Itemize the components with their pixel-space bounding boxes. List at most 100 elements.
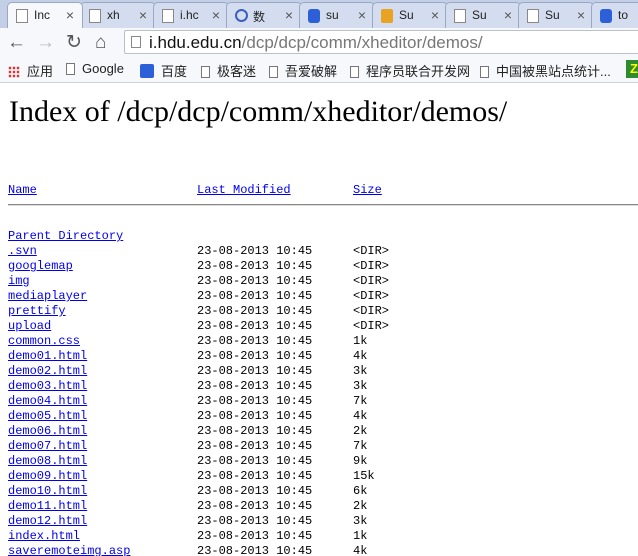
bookmark-label: Google xyxy=(82,61,124,76)
file-modified: 23-08-2013 10:45 xyxy=(197,484,313,498)
browser-tab[interactable]: xh × xyxy=(80,2,156,28)
browser-tab[interactable]: Su × xyxy=(445,2,521,28)
file-name-link[interactable]: demo02.html xyxy=(8,364,87,378)
tab-label: Su xyxy=(472,8,487,22)
page-icon xyxy=(162,9,174,23)
file-size: 7k xyxy=(353,439,368,453)
file-name-link[interactable]: demo05.html xyxy=(8,409,87,423)
file-name-link[interactable]: demo07.html xyxy=(8,439,87,453)
browser-tab[interactable]: 数 × xyxy=(226,2,302,28)
page-icon xyxy=(454,9,466,23)
file-name-link[interactable]: demo11.html xyxy=(8,499,87,513)
file-name-link[interactable]: index.html xyxy=(8,529,80,543)
bookmark-item[interactable]: 极客迷 xyxy=(201,61,256,80)
bookmark-item[interactable]: Google xyxy=(66,61,124,76)
file-row: demo08.html 23-08-2013 10:45 9k xyxy=(0,454,638,469)
close-icon[interactable]: × xyxy=(285,7,293,23)
swirl-icon xyxy=(235,9,248,22)
file-row: index.html 23-08-2013 10:45 1k xyxy=(0,529,638,544)
last-modified-column-header[interactable]: Last Modified xyxy=(197,183,291,197)
browser-tab[interactable]: Su × xyxy=(372,2,448,28)
close-icon[interactable]: × xyxy=(212,7,220,23)
file-name-link[interactable]: googlemap xyxy=(8,259,73,273)
file-size: 9k xyxy=(353,454,368,468)
file-size: <DIR> xyxy=(353,289,390,303)
size-column-header[interactable]: Size xyxy=(353,183,382,197)
page-title: Index of /dcp/dcp/comm/xheditor/demos/ xyxy=(9,95,508,128)
page-icon xyxy=(66,63,75,75)
bookmark-item[interactable]: 百度 xyxy=(140,61,187,80)
forward-arrow-icon[interactable]: → xyxy=(36,32,55,54)
file-size: <DIR> xyxy=(353,274,390,288)
bookmark-item[interactable]: 中国被黑站点统计... xyxy=(480,61,611,80)
bookmarks-bar: 应用 Google 百度 极客迷 吾爱破解 程序员联合开发网 中国被黑站点统计... Z xyxy=(0,58,638,83)
file-name-link[interactable]: mediaplayer xyxy=(8,289,87,303)
file-name-link[interactable]: prettify xyxy=(8,304,66,318)
close-icon[interactable]: × xyxy=(139,7,147,23)
browser-tab[interactable]: su × xyxy=(299,2,375,28)
page-icon xyxy=(527,9,539,23)
reload-icon[interactable]: ↻ xyxy=(66,32,82,54)
close-icon[interactable]: × xyxy=(66,7,74,23)
browser-toolbar: ← → ↻ ⌂ i.hdu.edu.cn/dcp/dcp/comm/xhedit… xyxy=(0,28,638,59)
browser-tab[interactable]: Su × xyxy=(518,2,594,28)
file-name-link[interactable]: demo12.html xyxy=(8,514,87,528)
file-name-link[interactable]: demo09.html xyxy=(8,469,87,483)
file-size: 4k xyxy=(353,409,368,423)
bookmark-item[interactable]: 程序员联合开发网 xyxy=(350,61,470,80)
file-name-link[interactable]: .svn xyxy=(8,244,37,258)
file-size: 15k xyxy=(353,469,375,483)
parent-directory-link[interactable]: Parent Directory xyxy=(8,229,123,243)
browser-tab[interactable]: i.hc × xyxy=(153,2,229,28)
extension-icon[interactable]: Z xyxy=(626,60,638,78)
page-icon xyxy=(350,66,359,78)
file-modified: 23-08-2013 10:45 xyxy=(197,544,313,556)
address-bar[interactable]: i.hdu.edu.cn/dcp/dcp/comm/xheditor/demos… xyxy=(124,30,638,54)
file-name-link[interactable]: img xyxy=(8,274,30,288)
bookmark-item[interactable]: 应用 xyxy=(8,61,53,80)
url-text[interactable]: i.hdu.edu.cn/dcp/dcp/comm/xheditor/demos… xyxy=(149,33,483,53)
file-modified: 23-08-2013 10:45 xyxy=(197,319,313,333)
close-icon[interactable]: × xyxy=(504,7,512,23)
home-icon[interactable]: ⌂ xyxy=(95,32,106,54)
file-row: demo03.html 23-08-2013 10:45 3k xyxy=(0,379,638,394)
file-row: demo04.html 23-08-2013 10:45 7k xyxy=(0,394,638,409)
file-row: googlemap 23-08-2013 10:45 <DIR> xyxy=(0,259,638,274)
tab-label: Inc xyxy=(34,8,51,22)
file-size: 1k xyxy=(353,529,368,543)
file-modified: 23-08-2013 10:45 xyxy=(197,514,313,528)
file-size: 3k xyxy=(353,379,368,393)
back-arrow-icon[interactable]: ← xyxy=(7,32,26,54)
file-name-link[interactable]: demo10.html xyxy=(8,484,87,498)
bookmark-label: 中国被黑站点统计... xyxy=(496,64,611,79)
browser-tab[interactable]: to× xyxy=(591,2,638,28)
close-icon[interactable]: × xyxy=(358,7,366,23)
baidu-paw-icon xyxy=(600,9,612,23)
file-name-link[interactable]: saveremoteimg.asp xyxy=(8,544,130,556)
browser-tab[interactable]: Inc × xyxy=(7,2,83,28)
apps-grid-icon xyxy=(8,66,20,78)
sogou-icon xyxy=(381,9,393,23)
file-row: demo07.html 23-08-2013 10:45 7k xyxy=(0,439,638,454)
file-modified: 23-08-2013 10:45 xyxy=(197,499,313,513)
file-row: saveremoteimg.asp 23-08-2013 10:45 4k xyxy=(0,544,638,556)
file-name-link[interactable]: demo08.html xyxy=(8,454,87,468)
file-name-link[interactable]: common.css xyxy=(8,334,80,348)
file-size: 7k xyxy=(353,394,368,408)
file-name-link[interactable]: demo06.html xyxy=(8,424,87,438)
file-name-link[interactable]: upload xyxy=(8,319,51,333)
tab-label: i.hc xyxy=(180,8,199,22)
name-column-header[interactable]: Name xyxy=(8,183,37,197)
page-icon xyxy=(480,66,489,78)
close-icon[interactable]: × xyxy=(431,7,439,23)
tab-strip: Inc×xh×i.hc×数×su×Su×Su×Su×to× xyxy=(0,0,638,28)
bookmark-item[interactable]: 吾爱破解 xyxy=(269,61,337,80)
file-name-link[interactable]: demo03.html xyxy=(8,379,87,393)
file-modified: 23-08-2013 10:45 xyxy=(197,289,313,303)
file-size: 3k xyxy=(353,364,368,378)
file-modified: 23-08-2013 10:45 xyxy=(197,334,313,348)
file-name-link[interactable]: demo01.html xyxy=(8,349,87,363)
close-icon[interactable]: × xyxy=(577,7,585,23)
file-name-link[interactable]: demo04.html xyxy=(8,394,87,408)
bookmark-label: 吾爱破解 xyxy=(285,64,338,79)
